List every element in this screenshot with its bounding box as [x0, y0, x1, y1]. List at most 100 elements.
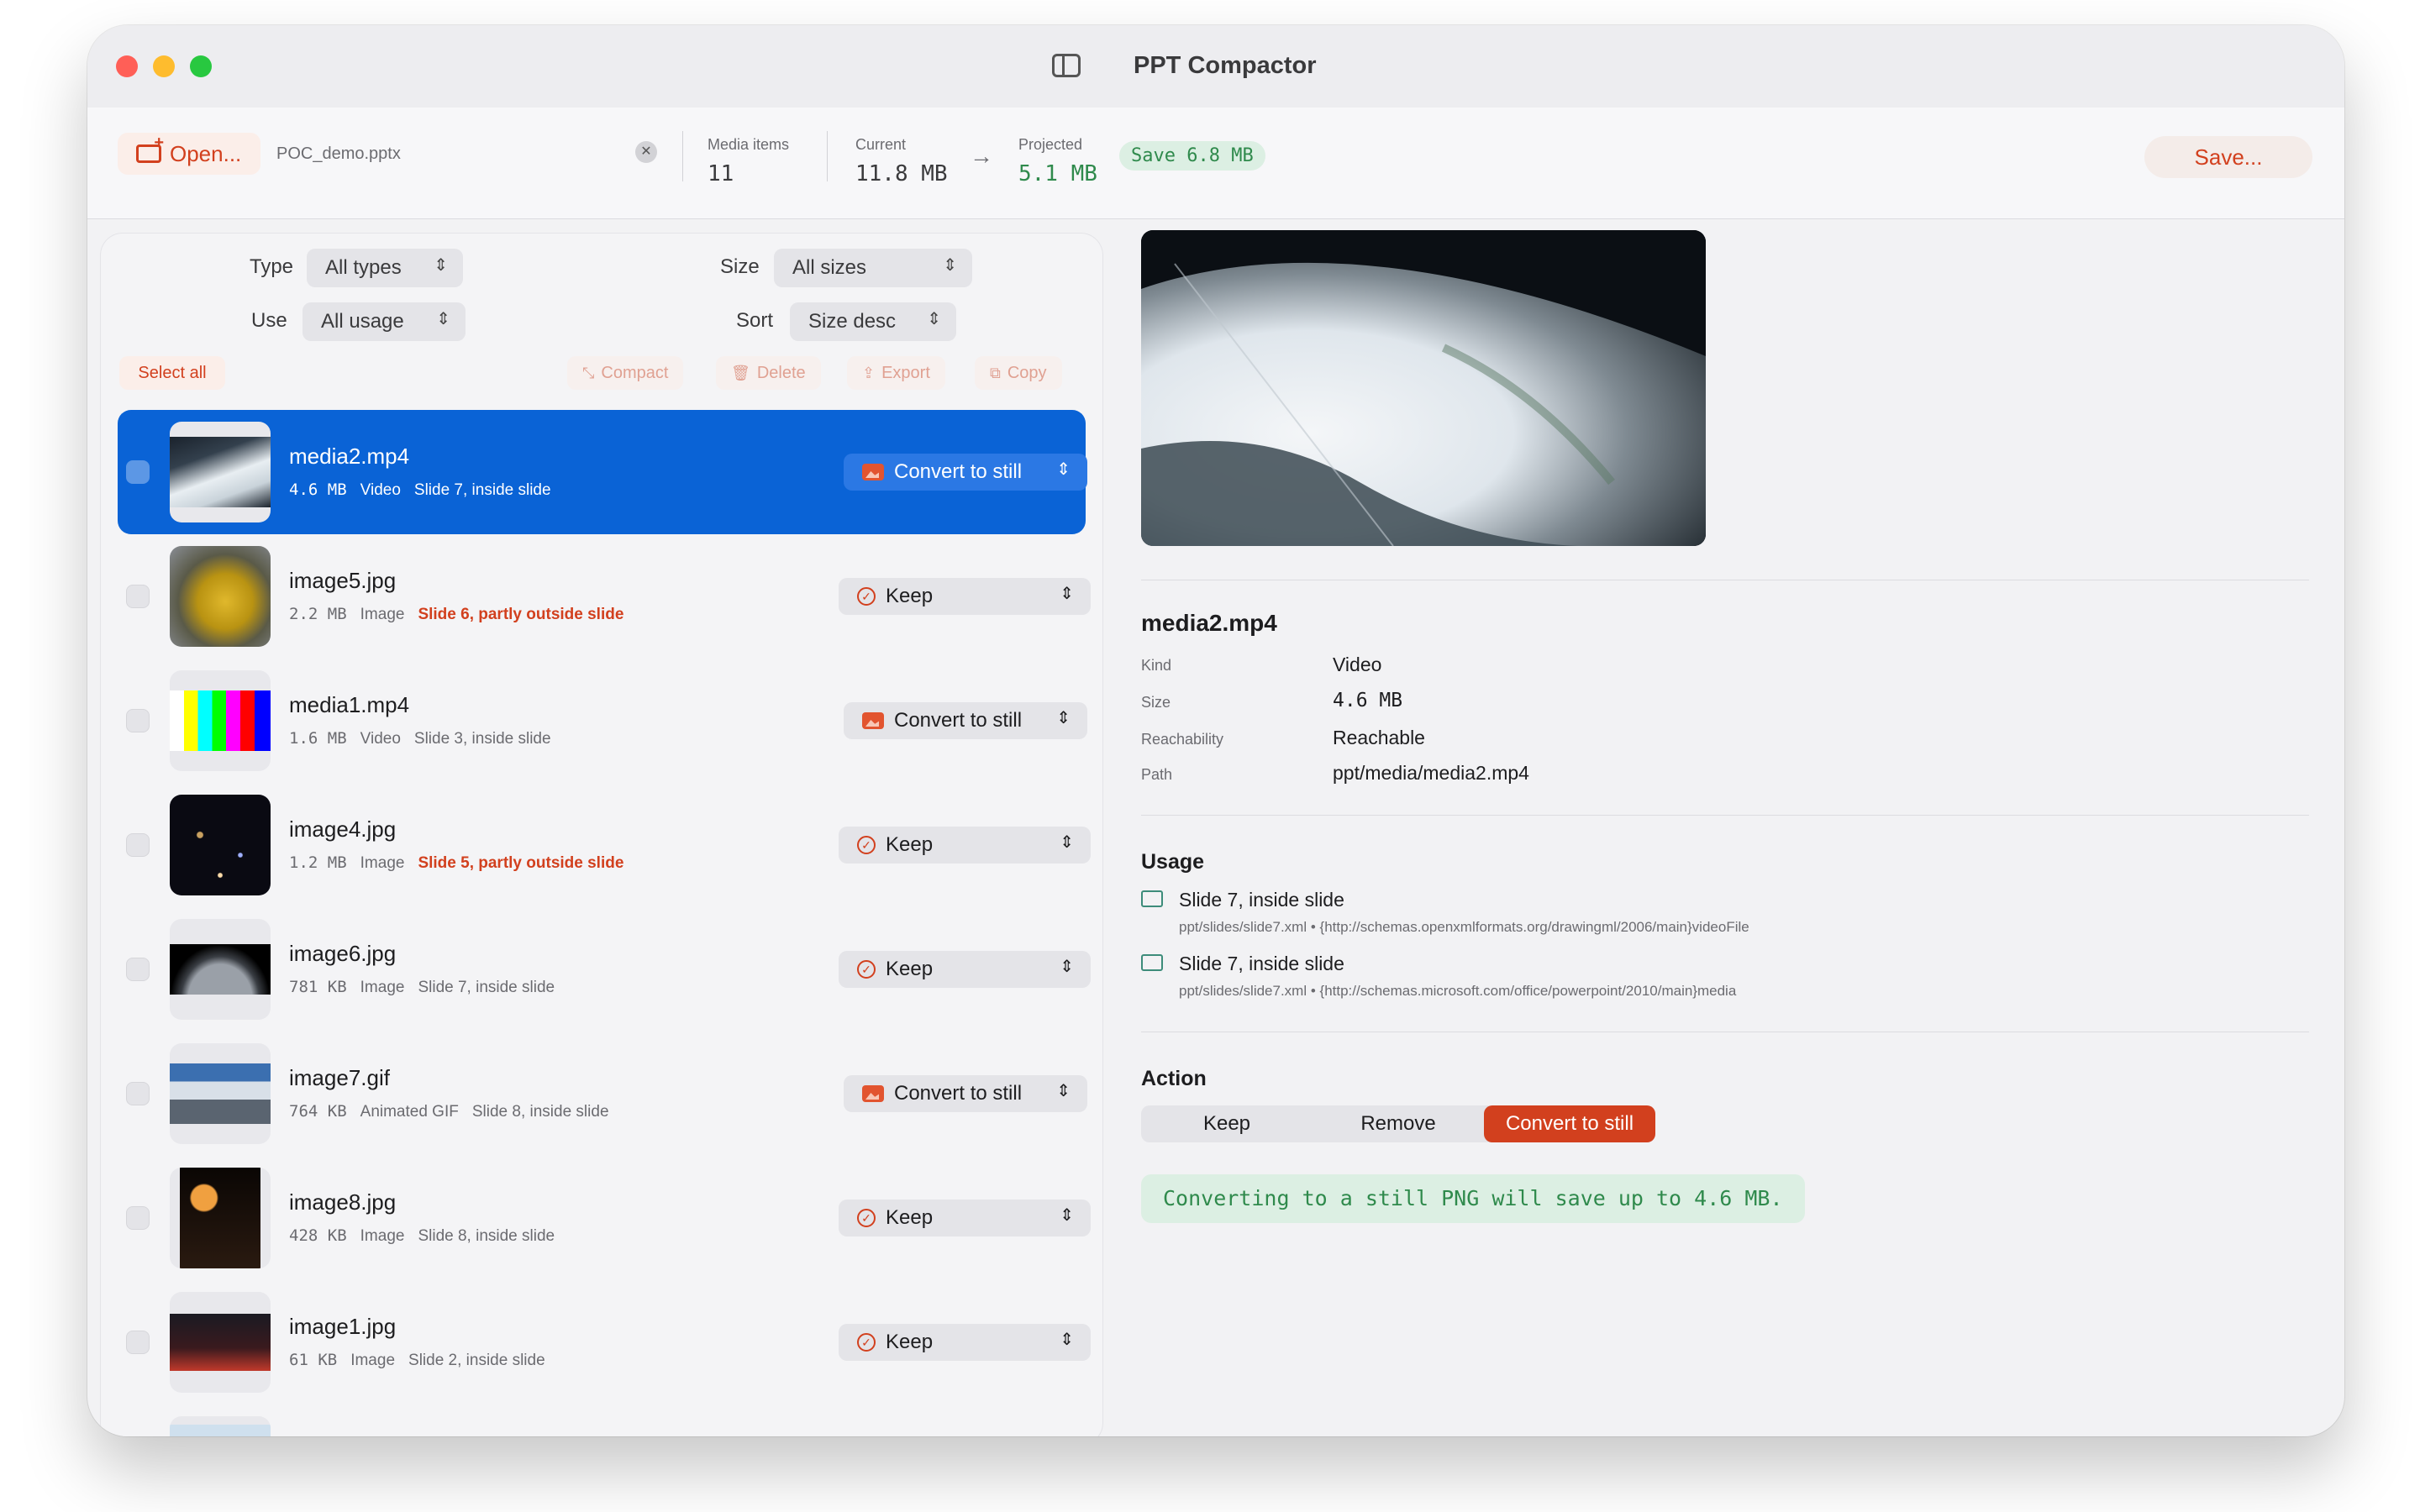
up-down-chevron-icon: ⇕	[1056, 1082, 1071, 1100]
list-item[interactable]: image1.jpg 61 KB Image Slide 2, inside s…	[118, 1280, 1091, 1404]
item-kind: Animated GIF	[360, 1103, 459, 1121]
item-action-label: Keep	[886, 1206, 934, 1229]
open-button[interactable]: Open...	[118, 133, 260, 175]
list-item[interactable]: media2.mp4 4.6 MB Video Slide 7, inside …	[118, 410, 1087, 534]
kind-value: Video	[1333, 654, 1382, 675]
list-item[interactable]: media1.mp4 1.6 MB Video Slide 3, inside …	[118, 659, 1087, 783]
usage-path: ppt/slides/slide7.xml • {http://schemas.…	[1179, 919, 1749, 935]
item-meta: 781 KB Image Slide 7, inside slide	[289, 978, 555, 997]
clear-x-icon[interactable]: ✕	[635, 141, 657, 163]
section-divider	[1141, 815, 2309, 816]
item-name: image5.jpg	[289, 568, 397, 593]
row-checkbox[interactable]	[126, 460, 150, 484]
current-size-value: 11.8 MB	[855, 161, 948, 186]
type-filter-popup[interactable]: All types ⇕	[307, 249, 463, 287]
open-button-label: Open...	[170, 140, 242, 166]
item-location: Slide 7, inside slide	[413, 481, 551, 499]
save-button[interactable]: Save...	[2144, 136, 2312, 178]
delete-button[interactable]: 🗑 Delete	[716, 356, 821, 390]
app-window: PPT Compactor Open... POC_demo.pptx ✕ Me…	[87, 25, 2344, 1436]
list-item[interactable]: image4.jpg 1.2 MB Image Slide 5, partly …	[118, 783, 1091, 907]
media-thumbnail	[170, 1043, 271, 1144]
item-location: Slide 3, inside slide	[413, 730, 551, 748]
detail-file-name: media2.mp4	[1141, 610, 1277, 636]
item-kind: Image	[350, 1352, 396, 1369]
up-down-chevron-icon: ⇕	[1060, 1331, 1074, 1349]
media-thumbnail	[170, 422, 271, 522]
minimize-window-button[interactable]	[153, 55, 175, 77]
list-item[interactable]: image5.jpg 2.2 MB Image Slide 6, partly …	[118, 534, 1091, 659]
up-down-chevron-icon: ⇕	[1056, 460, 1071, 479]
action-keep-segment[interactable]: Keep	[1141, 1105, 1313, 1142]
use-filter-popup[interactable]: All usage ⇕	[302, 302, 466, 341]
row-checkbox[interactable]	[126, 958, 150, 981]
use-filter-value: All usage	[321, 310, 404, 333]
list-item[interactable]	[118, 1404, 1086, 1436]
row-checkbox[interactable]	[126, 833, 150, 857]
up-down-chevron-icon: ⇕	[434, 256, 448, 275]
item-meta: 1.2 MB Image Slide 5, partly outside sli…	[289, 853, 623, 873]
media-thumbnail	[170, 1168, 271, 1268]
zoom-window-button[interactable]	[190, 55, 212, 77]
usage-path: ppt/slides/slide7.xml • {http://schemas.…	[1179, 983, 1737, 999]
size-value: 4.6 MB	[1333, 690, 1403, 711]
size-filter-popup[interactable]: All sizes ⇕	[774, 249, 972, 287]
slide-icon	[1141, 890, 1163, 907]
row-checkbox[interactable]	[126, 709, 150, 732]
row-checkbox[interactable]	[126, 1331, 150, 1354]
arrow-right-icon: →	[970, 143, 993, 169]
row-checkbox[interactable]	[126, 1206, 150, 1230]
export-button[interactable]: ⇪ Export	[847, 356, 945, 390]
sidebar-toggle-icon[interactable]	[1052, 54, 1081, 77]
item-action-popup[interactable]: Convert to still ⇕	[844, 454, 1087, 491]
item-size: 61 KB	[289, 1351, 338, 1369]
projected-size-label: Projected	[1018, 136, 1083, 153]
media-thumbnail	[170, 919, 271, 1020]
compact-button[interactable]: ⤡ Compact	[567, 356, 684, 390]
close-window-button[interactable]	[116, 55, 138, 77]
item-name: media1.mp4	[289, 692, 410, 717]
copy-button[interactable]: ⧉ Copy	[975, 356, 1062, 390]
action-remove-segment[interactable]: Remove	[1313, 1105, 1484, 1142]
row-checkbox[interactable]	[126, 1082, 150, 1105]
item-action-label: Convert to still	[894, 709, 1023, 732]
item-action-popup[interactable]: ✓ Keep ⇕	[839, 951, 1091, 988]
item-action-popup[interactable]: Convert to still ⇕	[844, 1075, 1087, 1112]
up-down-chevron-icon: ⇕	[1060, 585, 1074, 603]
item-kind: Video	[360, 481, 401, 499]
item-name: image7.gif	[289, 1065, 390, 1090]
item-action-popup[interactable]: ✓ Keep ⇕	[839, 1200, 1091, 1236]
action-convert-segment[interactable]: Convert to still	[1484, 1105, 1655, 1142]
item-location: Slide 8, inside slide	[471, 1103, 609, 1121]
file-name: POC_demo.pptx	[276, 144, 401, 163]
list-item[interactable]: image8.jpg 428 KB Image Slide 8, inside …	[118, 1156, 1091, 1280]
list-item[interactable]: image6.jpg 781 KB Image Slide 7, inside …	[118, 907, 1091, 1032]
select-all-button[interactable]: Select all	[119, 356, 225, 390]
item-action-popup[interactable]: ✓ Keep ⇕	[839, 827, 1091, 864]
use-filter-label: Use	[251, 309, 287, 332]
item-location: Slide 2, inside slide	[408, 1352, 545, 1369]
item-action-popup[interactable]: Convert to still ⇕	[844, 702, 1087, 739]
item-location-warning: Slide 5, partly outside slide	[418, 854, 624, 872]
photo-icon	[862, 464, 884, 480]
item-name: image8.jpg	[289, 1189, 397, 1215]
media-items-value: 11	[708, 161, 734, 186]
list-item[interactable]: image7.gif 764 KB Animated GIF Slide 8, …	[118, 1032, 1087, 1156]
type-filter-label: Type	[250, 255, 294, 278]
projected-size-value: 5.1 MB	[1018, 161, 1097, 186]
photo-icon	[862, 712, 884, 729]
item-action-label: Keep	[886, 958, 934, 980]
item-meta: 4.6 MB Video Slide 7, inside slide	[289, 480, 551, 500]
row-checkbox[interactable]	[126, 585, 150, 608]
item-name: image4.jpg	[289, 816, 397, 842]
item-action-popup[interactable]: ✓ Keep ⇕	[839, 1324, 1091, 1361]
item-action-popup[interactable]: ✓ Keep ⇕	[839, 578, 1091, 615]
item-location: Slide 8, inside slide	[418, 1227, 555, 1245]
sort-popup[interactable]: Size desc ⇕	[790, 302, 956, 341]
reachability-value: Reachable	[1333, 727, 1425, 748]
item-action-label: Keep	[886, 1331, 934, 1353]
item-meta: 61 KB Image Slide 2, inside slide	[289, 1351, 545, 1370]
up-down-chevron-icon: ⇕	[1060, 958, 1074, 976]
item-kind: Image	[360, 854, 405, 872]
checkmark-circle-icon: ✓	[857, 1209, 876, 1227]
